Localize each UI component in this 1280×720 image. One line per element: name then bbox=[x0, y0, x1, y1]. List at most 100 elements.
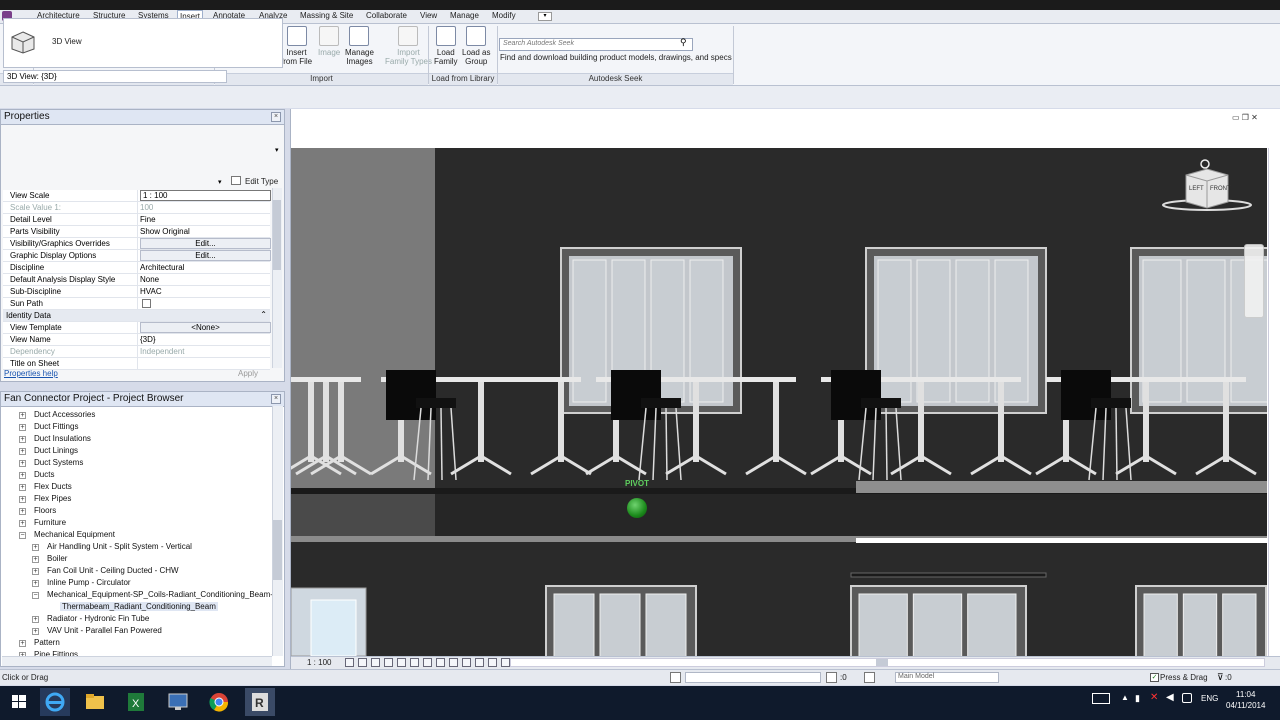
properties-help-link[interactable]: Properties help bbox=[4, 369, 58, 378]
ribbon-toggle-icon[interactable]: ▾ bbox=[538, 12, 552, 21]
tree-expand-toggle[interactable]: + bbox=[19, 484, 26, 491]
property-row[interactable]: Identity Data ⌃ bbox=[3, 310, 270, 322]
tree-expand-toggle[interactable]: + bbox=[19, 496, 26, 503]
view-scale[interactable]: 1 : 100 bbox=[307, 658, 331, 667]
type-selector[interactable] bbox=[3, 18, 283, 68]
instance-selector[interactable]: 3D View: {3D} bbox=[3, 70, 227, 83]
tree-expand-toggle[interactable]: + bbox=[32, 580, 39, 587]
tree-expand-toggle[interactable]: + bbox=[19, 424, 26, 431]
seek-search-input[interactable]: Search Autodesk Seek bbox=[499, 38, 693, 51]
tree-item[interactable]: Duct Linings bbox=[34, 446, 78, 455]
windows-start-icon[interactable] bbox=[4, 688, 34, 716]
tree-item[interactable]: Duct Systems bbox=[34, 458, 83, 467]
binoculars-icon[interactable]: ⚲ bbox=[680, 38, 691, 48]
collapse-icon[interactable]: ⌃ bbox=[260, 310, 267, 319]
revit-icon[interactable]: R bbox=[245, 688, 275, 716]
property-row[interactable]: Dependency Independent bbox=[3, 346, 270, 358]
excel-icon[interactable]: X bbox=[121, 688, 151, 716]
view-window-controls[interactable]: ▭ ❐ ✕ bbox=[1232, 113, 1258, 122]
tab-massing-site[interactable]: Massing & Site bbox=[300, 11, 353, 20]
3d-viewport[interactable] bbox=[291, 148, 1267, 656]
highlight-icon[interactable] bbox=[488, 658, 497, 667]
property-row[interactable]: Detail Level Fine bbox=[3, 214, 270, 226]
property-row[interactable]: View Scale 1 : 100 bbox=[3, 190, 271, 202]
tree-item[interactable]: Furniture bbox=[34, 518, 66, 527]
design-options-icon[interactable] bbox=[864, 672, 875, 683]
tree-item[interactable]: Boiler bbox=[47, 554, 67, 563]
tree-item[interactable]: Flex Ducts bbox=[34, 482, 72, 491]
press-drag-checkbox[interactable]: ✓ bbox=[1150, 673, 1159, 682]
tab-view[interactable]: View bbox=[420, 11, 437, 20]
tree-item[interactable]: Inline Pump - Circulator bbox=[47, 578, 131, 587]
tab-manage[interactable]: Manage bbox=[450, 11, 479, 20]
temp-hide-icon[interactable] bbox=[449, 658, 458, 667]
tree-expand-toggle[interactable]: + bbox=[19, 640, 26, 647]
pivot-point-icon[interactable] bbox=[627, 498, 647, 518]
analysis-icon[interactable] bbox=[475, 658, 484, 667]
chrome-icon[interactable] bbox=[204, 688, 234, 716]
property-row[interactable]: Sub-Discipline HVAC bbox=[3, 286, 270, 298]
editable-only-icon[interactable] bbox=[826, 672, 837, 683]
close-icon[interactable]: × bbox=[271, 112, 281, 122]
tree-expand-toggle[interactable]: − bbox=[32, 592, 39, 599]
property-row[interactable]: Graphic Display Options Edit... bbox=[3, 250, 271, 262]
image-button[interactable]: Image bbox=[318, 26, 340, 57]
tree-expand-toggle[interactable]: + bbox=[32, 628, 39, 635]
tree-item[interactable]: Air Handling Unit - Split System - Verti… bbox=[47, 542, 192, 551]
tree-item[interactable]: Flex Pipes bbox=[34, 494, 71, 503]
close-icon[interactable]: × bbox=[271, 394, 281, 404]
worksets-icon[interactable] bbox=[670, 672, 681, 683]
workset-selector[interactable] bbox=[685, 672, 821, 683]
navigation-bar[interactable] bbox=[1244, 244, 1264, 318]
tree-expand-toggle[interactable]: + bbox=[32, 616, 39, 623]
property-row[interactable]: Sun Path bbox=[3, 298, 270, 310]
network-icon[interactable]: ▮ bbox=[1135, 693, 1140, 704]
property-edit-button[interactable]: <None> bbox=[140, 322, 271, 333]
instance-dropdown-icon[interactable]: ▾ bbox=[218, 178, 222, 186]
tree-item[interactable]: Pattern bbox=[34, 638, 60, 647]
property-row[interactable]: Visibility/Graphics Overrides Edit... bbox=[3, 238, 271, 250]
tree-expand-toggle[interactable]: + bbox=[32, 568, 39, 575]
tree-expand-toggle[interactable]: − bbox=[19, 532, 26, 539]
property-row[interactable]: Default Analysis Display Style None bbox=[3, 274, 270, 286]
property-row[interactable]: View Template <None> bbox=[3, 322, 271, 334]
property-row[interactable]: View Name {3D} bbox=[3, 334, 270, 346]
visual-style-icon[interactable] bbox=[358, 658, 367, 667]
seek-description[interactable]: Find and download building product model… bbox=[500, 53, 732, 62]
browser-horizontal-scrollbar[interactable] bbox=[2, 656, 272, 666]
file-explorer-icon[interactable] bbox=[80, 688, 110, 716]
property-row[interactable]: Scale Value 1: 100 bbox=[3, 202, 270, 214]
tray-arrow-icon[interactable]: ▲ bbox=[1121, 693, 1129, 702]
tree-item[interactable]: Floors bbox=[34, 506, 56, 515]
apply-button[interactable]: Apply bbox=[238, 369, 258, 378]
tree-item[interactable]: Thermabeam_Radiant_Conditioning_Beam bbox=[60, 602, 218, 611]
import-familytypes-button[interactable]: Import Family Types bbox=[385, 26, 432, 66]
insert-fromfile-button[interactable]: Insert from File bbox=[281, 26, 312, 66]
tree-item[interactable]: Duct Fittings bbox=[34, 422, 78, 431]
sun-path-checkbox[interactable] bbox=[142, 299, 151, 308]
tree-item[interactable]: VAV Unit - Parallel Fan Powered bbox=[47, 626, 162, 635]
detail-level-icon[interactable] bbox=[345, 658, 354, 667]
keyboard-icon[interactable] bbox=[1092, 693, 1110, 704]
tree-expand-toggle[interactable]: + bbox=[19, 508, 26, 515]
viewport-scrollbar[interactable] bbox=[1268, 148, 1280, 656]
edit-type-button[interactable]: Edit Type bbox=[245, 177, 278, 186]
tree-item[interactable]: Radiator - Hydronic Fin Tube bbox=[47, 614, 149, 623]
show-crop-icon[interactable] bbox=[423, 658, 432, 667]
manage-images-button[interactable]: Manage Images bbox=[345, 26, 374, 66]
browser-scroll-thumb[interactable] bbox=[273, 520, 282, 580]
property-row[interactable]: Parts Visibility Show Original bbox=[3, 226, 270, 238]
load-family-button[interactable]: Load Family bbox=[434, 26, 458, 66]
tab-modify[interactable]: Modify bbox=[492, 11, 516, 20]
language-indicator[interactable]: ENG bbox=[1201, 694, 1218, 703]
scroll-left-icon[interactable] bbox=[501, 658, 510, 667]
render-icon[interactable] bbox=[397, 658, 406, 667]
property-edit-button[interactable]: Edit... bbox=[140, 238, 271, 249]
battery-icon[interactable]: ✕ bbox=[1150, 692, 1158, 703]
design-option-selector[interactable]: Main Model bbox=[895, 672, 999, 683]
tree-expand-toggle[interactable]: + bbox=[19, 472, 26, 479]
property-row[interactable]: Discipline Architectural bbox=[3, 262, 270, 274]
internet-explorer-icon[interactable] bbox=[40, 688, 70, 716]
tree-expand-toggle[interactable]: + bbox=[19, 448, 26, 455]
loadas-group-button[interactable]: Load as Group bbox=[462, 26, 490, 66]
